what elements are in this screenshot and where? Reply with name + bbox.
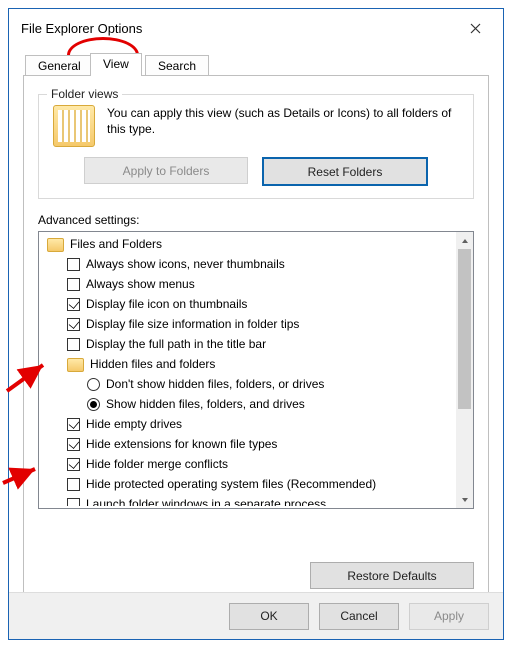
scroll-thumb[interactable]: [458, 249, 471, 409]
close-button[interactable]: [455, 14, 495, 42]
opt-always-show-menus[interactable]: Always show menus: [41, 274, 456, 294]
tab-body-view: Folder views You can apply this view (su…: [23, 76, 489, 600]
checkbox-icon: [67, 318, 80, 331]
opt-display-full-path-titlebar[interactable]: Display the full path in the title bar: [41, 334, 456, 354]
titlebar: File Explorer Options: [9, 9, 503, 47]
chevron-up-icon: [461, 237, 469, 245]
reset-folders-button[interactable]: Reset Folders: [262, 157, 428, 186]
tab-view[interactable]: View: [90, 53, 142, 76]
advanced-settings-list[interactable]: Files and Folders Always show icons, nev…: [38, 231, 474, 509]
tree-root-files-and-folders: Files and Folders: [41, 234, 456, 254]
tree-hidden-files-group: Hidden files and folders: [41, 354, 456, 374]
dialog-button-row: OK Cancel Apply: [9, 592, 503, 639]
folder-views-icon: [53, 105, 95, 147]
scroll-down-button[interactable]: [456, 491, 473, 508]
checkbox-icon: [67, 498, 80, 507]
folder-views-legend: Folder views: [47, 87, 122, 101]
folder-views-group: Folder views You can apply this view (su…: [38, 94, 474, 199]
advanced-scrollbar[interactable]: [456, 232, 473, 508]
folder-views-text: You can apply this view (such as Details…: [107, 105, 459, 137]
folder-icon: [47, 238, 64, 252]
ok-button[interactable]: OK: [229, 603, 309, 630]
checkbox-icon: [67, 338, 80, 351]
tab-strip: General View Search: [23, 53, 489, 76]
chevron-down-icon: [461, 496, 469, 504]
opt-hide-protected-os-files[interactable]: Hide protected operating system files (R…: [41, 474, 456, 494]
tab-general[interactable]: General: [25, 55, 94, 75]
opt-launch-separate-process[interactable]: Launch folder windows in a separate proc…: [41, 494, 456, 506]
apply-to-folders-button[interactable]: Apply to Folders: [84, 157, 248, 184]
checkbox-icon: [67, 438, 80, 451]
scroll-track[interactable]: [456, 249, 473, 491]
checkbox-icon: [67, 298, 80, 311]
advanced-settings-label: Advanced settings:: [38, 213, 474, 227]
scroll-up-button[interactable]: [456, 232, 473, 249]
apply-button[interactable]: Apply: [409, 603, 489, 630]
checkbox-icon: [67, 258, 80, 271]
cancel-button[interactable]: Cancel: [319, 603, 399, 630]
checkbox-icon: [67, 418, 80, 431]
checkbox-icon: [67, 278, 80, 291]
opt-dont-show-hidden[interactable]: Don't show hidden files, folders, or dri…: [41, 374, 456, 394]
close-icon: [470, 23, 481, 34]
tab-search[interactable]: Search: [145, 55, 209, 75]
folder-icon: [67, 358, 84, 372]
checkbox-icon: [67, 478, 80, 491]
opt-hide-merge-conflicts[interactable]: Hide folder merge conflicts: [41, 454, 456, 474]
radio-icon: [87, 378, 100, 391]
opt-display-file-icon-on-thumbnails[interactable]: Display file icon on thumbnails: [41, 294, 456, 314]
restore-defaults-button[interactable]: Restore Defaults: [310, 562, 474, 589]
radio-icon: [87, 398, 100, 411]
opt-always-show-icons[interactable]: Always show icons, never thumbnails: [41, 254, 456, 274]
window-title: File Explorer Options: [21, 21, 455, 36]
file-explorer-options-dialog: File Explorer Options General View Searc…: [8, 8, 504, 640]
opt-hide-extensions[interactable]: Hide extensions for known file types: [41, 434, 456, 454]
opt-hide-empty-drives[interactable]: Hide empty drives: [41, 414, 456, 434]
opt-display-file-size-in-tips[interactable]: Display file size information in folder …: [41, 314, 456, 334]
checkbox-icon: [67, 458, 80, 471]
opt-show-hidden[interactable]: Show hidden files, folders, and drives: [41, 394, 456, 414]
